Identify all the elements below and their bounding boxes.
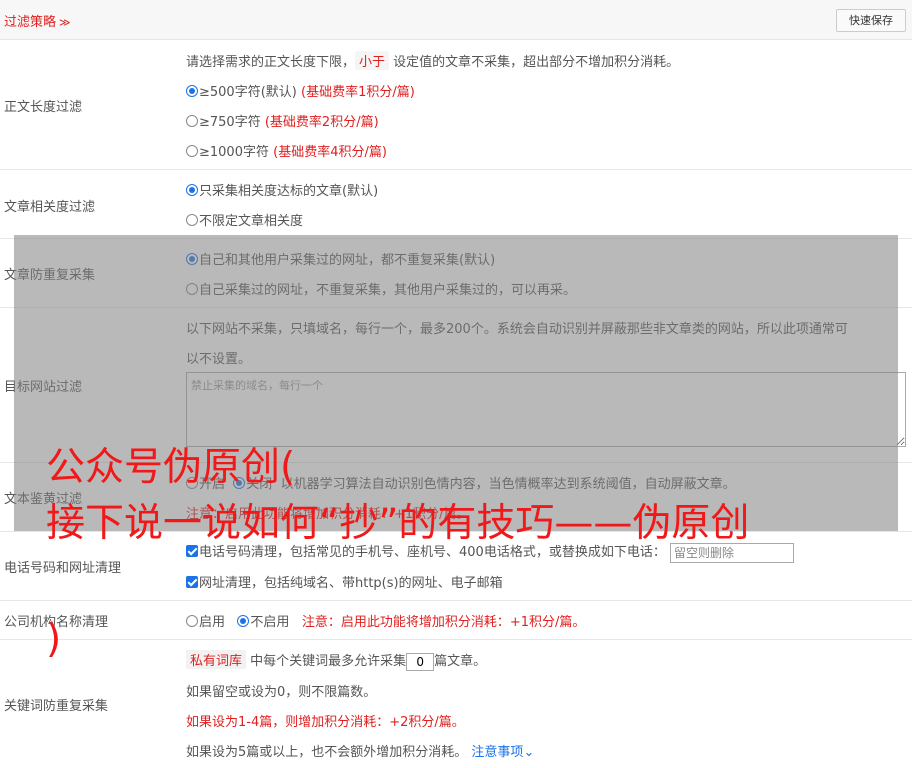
desc-before: 请选择需求的正文长度下限， xyxy=(186,55,356,70)
text-review-note: 注意：启用此功能将增加积分消耗：+1积分/篇。 xyxy=(186,507,470,522)
radio-500[interactable] xyxy=(186,85,198,97)
private-lexicon-tag[interactable]: 私有词库 xyxy=(186,650,247,669)
option-note: (基础费率2积分/篇) xyxy=(264,115,379,130)
line1-after: 篇文章。 xyxy=(434,654,487,669)
on-label: 启用 xyxy=(199,615,226,630)
org-name-off[interactable]: 不启用 xyxy=(237,615,289,630)
option-text: ≥500字符(默认) xyxy=(199,85,297,100)
text-review-label: 文本鉴黄过滤 xyxy=(4,492,83,507)
option-text: ≥1000字符 xyxy=(199,145,269,160)
chevron-down-icon: ≫ xyxy=(59,16,71,29)
radio-org-off[interactable] xyxy=(237,615,250,627)
site-filter-desc-1: 以下网站不采集，只填域名，每行一个，最多200个。系统会自动识别并屏蔽那些非文章… xyxy=(186,322,848,337)
line4-text: 如果设为5篇或以上，也不会额外增加积分消耗。 xyxy=(186,745,468,760)
org-name-note: 注意：启用此功能将增加积分消耗：+1积分/篇。 xyxy=(301,615,586,630)
radio-qualified[interactable] xyxy=(186,184,198,196)
option-note: (基础费率4积分/篇) xyxy=(273,145,387,160)
content-length-desc: 请选择需求的正文长度下限， 小于 设定值的文章不采集，超出部分不增加积分消耗。 xyxy=(186,51,679,70)
org-name-label: 公司机构名称清理 xyxy=(4,615,109,630)
dedup-option-self[interactable]: 自己采集过的网址，不重复采集，其他用户采集过的，可以再采。 xyxy=(186,279,576,298)
url-clean-text: 网址清理，包括纯域名、带http(s)的网址、电子邮箱 xyxy=(199,576,503,591)
keyword-dedup-line-3: 如果设为1-4篇，则增加积分消耗：+2积分/篇。 xyxy=(186,715,465,730)
chevron-down-icon: ⌄ xyxy=(523,745,535,760)
less-than-tag: 小于 xyxy=(355,51,390,70)
checkbox-phone-clean[interactable] xyxy=(186,545,198,557)
notice-link-text: 注意事项 xyxy=(471,745,524,760)
length-option-750[interactable]: ≥750字符 (基础费率2积分/篇) xyxy=(186,111,379,130)
keyword-dedup-line-4: 如果设为5篇或以上，也不会额外增加积分消耗。 注意事项⌄ xyxy=(186,741,534,760)
phone-clean-text: 电话号码清理，包括常见的手机号、座机号、400电话格式，或替换成如下电话： xyxy=(199,545,666,560)
section-title-text: 过滤策略 xyxy=(4,15,57,30)
radio-1000[interactable] xyxy=(186,145,198,157)
radio-dedup-all[interactable] xyxy=(186,253,198,265)
option-text: ≥750字符 xyxy=(199,115,261,130)
section-title[interactable]: 过滤策略 ≫ xyxy=(4,11,71,30)
replacement-phone-input[interactable] xyxy=(669,542,794,563)
on-label: 开启 xyxy=(199,477,226,492)
relevance-row: 文章相关度过滤 xyxy=(0,170,912,239)
org-name-options: 启用 不启用 注意：启用此功能将增加积分消耗：+1积分/篇。 xyxy=(186,611,585,630)
site-filter-label: 目标网站过滤 xyxy=(4,380,83,395)
phone-url-label: 电话号码和网址清理 xyxy=(4,561,122,576)
length-option-1000[interactable]: ≥1000字符 (基础费率4积分/篇) xyxy=(186,141,387,160)
text-review-options: 开启 关闭 以机器学习算法自动识别色情内容，当色情概率达到系统阈值，自动屏蔽文章… xyxy=(186,473,736,492)
off-label: 关闭 xyxy=(246,477,273,492)
url-clean-option[interactable]: 网址清理，包括纯域名、带http(s)的网址、电子邮箱 xyxy=(186,572,503,591)
content-length-label: 正文长度过滤 xyxy=(4,100,83,115)
text-review-off[interactable]: 关闭 xyxy=(233,477,272,492)
text-review-desc: 以机器学习算法自动识别色情内容，当色情概率达到系统阈值，自动屏蔽文章。 xyxy=(280,477,736,492)
phone-clean-option[interactable]: 电话号码清理，包括常见的手机号、座机号、400电话格式，或替换成如下电话： xyxy=(186,541,794,563)
radio-review-off[interactable] xyxy=(233,477,246,489)
keyword-dedup-label: 关键词防重复采集 xyxy=(4,699,109,714)
relevance-option-unlimited[interactable]: 不限定文章相关度 xyxy=(186,210,303,229)
line1-before: 中每个关键词最多允许采集 xyxy=(250,654,407,669)
radio-org-on[interactable] xyxy=(186,615,198,627)
max-articles-input[interactable] xyxy=(406,652,435,671)
org-name-on[interactable]: 启用 xyxy=(186,615,225,630)
option-text: 自己和其他用户采集过的网址，都不重复采集(默认) xyxy=(199,253,496,268)
desc-after: 设定值的文章不采集，超出部分不增加积分消耗。 xyxy=(393,55,680,70)
option-text: 只采集相关度达标的文章(默认) xyxy=(199,184,379,199)
relevance-option-qualified[interactable]: 只采集相关度达标的文章(默认) xyxy=(186,180,378,199)
dedup-option-all[interactable]: 自己和其他用户采集过的网址，都不重复采集(默认) xyxy=(186,249,495,268)
option-text: 自己采集过的网址，不重复采集，其他用户采集过的，可以再采。 xyxy=(199,283,577,298)
keyword-dedup-line-1: 私有词库 中每个关键词最多允许采集 篇文章。 xyxy=(186,650,486,671)
length-option-500[interactable]: ≥500字符(默认) (基础费率1积分/篇) xyxy=(186,81,415,100)
site-filter-desc-2: 以不设置。 xyxy=(186,352,252,367)
radio-unlimited[interactable] xyxy=(186,214,198,226)
relevance-label: 文章相关度过滤 xyxy=(4,200,96,215)
text-review-on[interactable]: 开启 xyxy=(186,477,225,492)
radio-review-on[interactable] xyxy=(186,477,198,489)
filter-strategy-header: 过滤策略 ≫ 快速保存 xyxy=(0,0,912,40)
radio-750[interactable] xyxy=(186,115,198,127)
dedup-label: 文章防重复采集 xyxy=(4,268,96,283)
blocked-domains-textarea[interactable] xyxy=(186,372,906,447)
option-note: (基础费率1积分/篇) xyxy=(301,85,415,100)
option-text: 不限定文章相关度 xyxy=(199,214,304,229)
quick-save-button[interactable]: 快速保存 xyxy=(836,9,906,32)
checkbox-url-clean[interactable] xyxy=(186,576,198,588)
notice-link[interactable]: 注意事项⌄ xyxy=(471,745,534,760)
off-label: 不启用 xyxy=(250,615,290,630)
radio-dedup-self[interactable] xyxy=(186,283,198,295)
keyword-dedup-line-2: 如果留空或设为0，则不限篇数。 xyxy=(186,685,377,700)
